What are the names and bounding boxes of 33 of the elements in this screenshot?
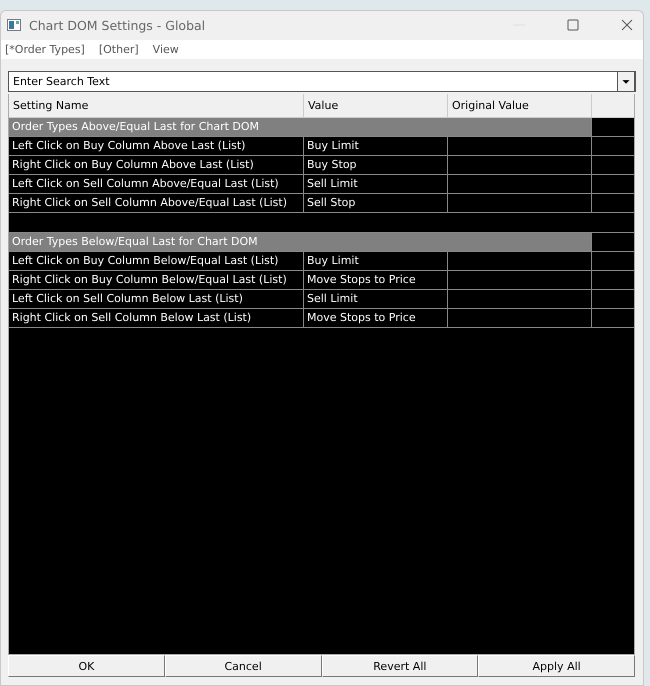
table-cell: Right Click on Sell Column Above/Equal Last (List) xyxy=(9,194,304,213)
maximize-icon[interactable] xyxy=(565,17,581,33)
table-cell[interactable]: Sell Limit xyxy=(304,290,448,309)
column-header[interactable]: Setting Name xyxy=(9,94,304,118)
table-cell[interactable]: Move Stops to Price xyxy=(304,271,448,290)
column-header[interactable]: Original Value xyxy=(448,94,592,118)
group-header: Order Types Above/Equal Last for Chart DOM xyxy=(9,118,592,137)
group-header: Order Types Below/Equal Last for Chart DOM xyxy=(9,233,592,252)
table-cell[interactable]: Sell Stop xyxy=(304,194,448,213)
table-cell: Left Click on Buy Column Below/Equal Last (List) xyxy=(9,252,304,271)
table-cell: Left Click on Buy Column Above Last (List) xyxy=(9,137,304,156)
column-header[interactable]: Value xyxy=(304,94,448,118)
dialog-button[interactable]: Cancel xyxy=(164,655,322,677)
table-cell[interactable]: Buy Limit xyxy=(304,137,448,156)
menu-item[interactable]: [Other] xyxy=(98,43,139,56)
dialog-button[interactable]: Apply All xyxy=(478,655,635,677)
search-field[interactable]: Enter Search Text xyxy=(8,71,636,92)
table-cell: Left Click on Sell Column Below Last (List) xyxy=(9,290,304,309)
table-cell[interactable]: Sell Limit xyxy=(304,175,448,194)
close-icon[interactable] xyxy=(619,17,635,33)
table-cell[interactable]: Move Stops to Price xyxy=(304,309,448,328)
window-title: Chart DOM Settings - Global xyxy=(29,18,206,32)
dialog-button[interactable]: OK xyxy=(8,655,165,677)
dialog-button[interactable]: Revert All xyxy=(322,655,478,677)
table-cell: Left Click on Sell Column Above/Equal Last (List) xyxy=(9,175,304,194)
menu-item[interactable]: [*Order Types] xyxy=(5,43,85,56)
table-cell[interactable]: Buy Stop xyxy=(304,156,448,175)
table-cell: Right Click on Sell Column Below Last (List) xyxy=(9,309,304,328)
table-cell[interactable]: Buy Limit xyxy=(304,252,448,271)
table-cell: Right Click on Buy Column Below/Equal Last (List) xyxy=(9,271,304,290)
window-icon xyxy=(7,19,21,31)
menu-item[interactable]: View xyxy=(152,43,179,56)
table-cell: Right Click on Buy Column Above Last (List) xyxy=(9,156,304,175)
